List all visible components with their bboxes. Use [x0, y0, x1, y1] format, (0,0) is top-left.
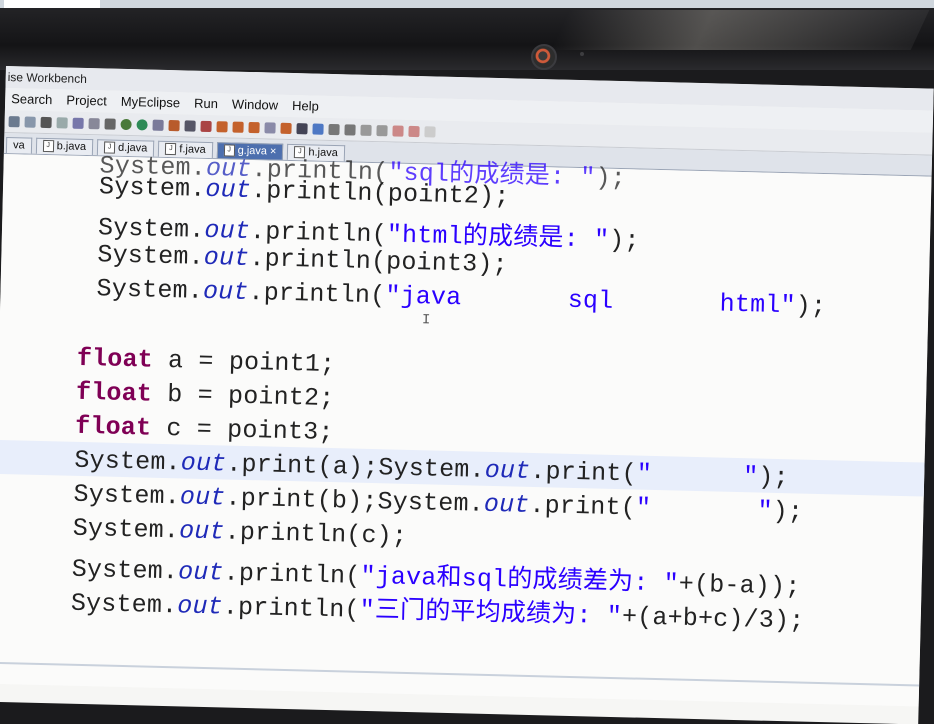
- eclipse-window: ise Workbench Search Project MyEclipse R…: [0, 66, 934, 724]
- save-icon[interactable]: [24, 115, 36, 128]
- prev-annotation-icon[interactable]: [376, 124, 388, 136]
- forward-icon[interactable]: [408, 125, 420, 137]
- pen-icon[interactable]: [264, 121, 276, 134]
- deploy-icon[interactable]: [200, 120, 212, 132]
- code-line: float b = point2;: [75, 377, 335, 414]
- next-annotation-icon[interactable]: [360, 124, 372, 136]
- code-editor[interactable]: System.out.println("sql的成绩是: "); System.…: [0, 151, 932, 707]
- menu-project[interactable]: Project: [66, 89, 107, 112]
- redo-icon[interactable]: [72, 117, 84, 129]
- db3-icon[interactable]: [248, 121, 260, 133]
- menu-myeclipse[interactable]: MyEclipse: [121, 91, 181, 114]
- bezel-reflection: [550, 10, 930, 50]
- nav-icon[interactable]: [424, 125, 436, 138]
- highlight-icon[interactable]: [312, 123, 324, 135]
- whitespace-icon[interactable]: [344, 123, 356, 136]
- print-icon[interactable]: [40, 116, 52, 128]
- back-icon[interactable]: [392, 124, 404, 137]
- menu-window[interactable]: Window: [232, 94, 279, 117]
- tab-label: va: [12, 139, 25, 152]
- db-icon[interactable]: [216, 120, 228, 132]
- menu-search[interactable]: Search: [11, 88, 53, 111]
- open-type-icon[interactable]: [88, 117, 100, 129]
- undo-icon[interactable]: [56, 116, 68, 129]
- new-file-icon[interactable]: [8, 115, 20, 127]
- tab-b-java[interactable]: Jb.java: [35, 137, 94, 156]
- code-line: float a = point1;: [76, 343, 336, 380]
- block-select-icon[interactable]: [328, 123, 340, 135]
- pin-icon[interactable]: [296, 122, 308, 134]
- menu-run[interactable]: Run: [194, 93, 218, 116]
- run-icon[interactable]: [136, 118, 148, 130]
- code-line: System.out.println(c);: [72, 513, 408, 551]
- server-icon[interactable]: [184, 119, 196, 132]
- browser-strip: [0, 0, 934, 8]
- code-line: System.out.println("java sql html");: [96, 274, 827, 322]
- tab-prev-java[interactable]: va: [5, 137, 32, 154]
- sensor-dot: [580, 52, 584, 56]
- tab-label: b.java: [56, 140, 87, 153]
- webcam-icon: [531, 44, 557, 70]
- layout-icon[interactable]: [104, 117, 116, 130]
- java-file-icon: J: [42, 139, 54, 153]
- debug-icon[interactable]: [120, 118, 132, 130]
- external-tools-icon[interactable]: [168, 119, 180, 131]
- text-cursor-icon: I: [421, 312, 431, 329]
- coverage-icon[interactable]: [152, 119, 164, 131]
- db2-icon[interactable]: [232, 121, 244, 133]
- menu-help[interactable]: Help: [292, 95, 319, 118]
- db4-icon[interactable]: [280, 122, 292, 134]
